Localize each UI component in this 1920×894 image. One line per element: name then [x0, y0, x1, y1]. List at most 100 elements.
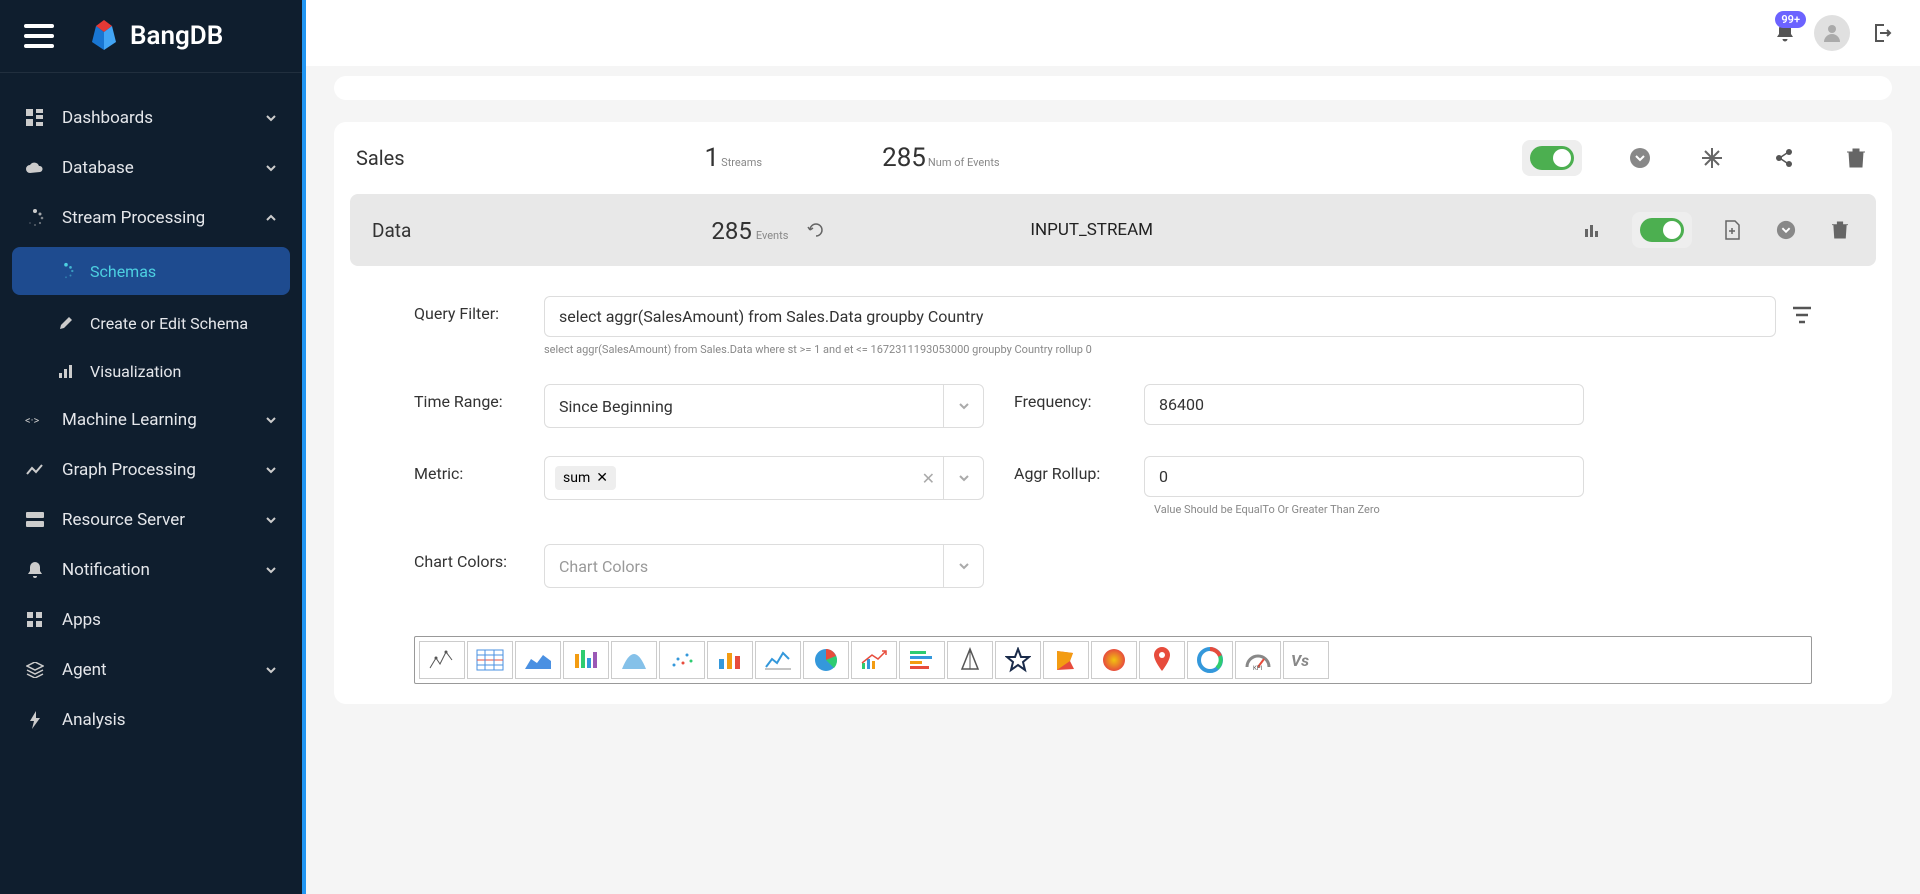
chart-type-compass[interactable] — [947, 641, 993, 679]
nav-agent[interactable]: Agent — [0, 645, 302, 695]
sub-title: Data — [372, 219, 411, 242]
nav-stream-sub: Schemas Create or Edit Schema Visualizat… — [0, 247, 302, 395]
user-avatar[interactable] — [1814, 15, 1850, 51]
nav-notification[interactable]: Notification — [0, 545, 302, 595]
share-button[interactable] — [1770, 144, 1798, 172]
chevron-down-icon — [943, 545, 983, 587]
nav-stream-processing[interactable]: Stream Processing — [0, 193, 302, 243]
chart-type-line-trend[interactable] — [755, 641, 801, 679]
logout-button[interactable] — [1868, 19, 1896, 47]
chart-type-vs[interactable]: Vs — [1283, 641, 1329, 679]
person-icon — [1821, 22, 1843, 44]
nav-label: Visualization — [90, 362, 181, 381]
chevron-up-icon — [264, 211, 278, 225]
delete-button[interactable] — [1842, 144, 1870, 172]
row-time-freq: Time Range: Since Beginning Frequency: — [414, 384, 1812, 428]
sidebar-header: BangDB — [0, 0, 302, 73]
chart-type-donut[interactable] — [1187, 641, 1233, 679]
chart-type-flag[interactable] — [1043, 641, 1089, 679]
spinner-icon — [56, 261, 76, 281]
nav-schemas[interactable]: Schemas — [12, 247, 290, 295]
query-filter-input[interactable] — [544, 296, 1776, 337]
aggr-rollup-input[interactable] — [1144, 456, 1584, 497]
nav-resource-server[interactable]: Resource Server — [0, 495, 302, 545]
chart-type-scatter[interactable] — [659, 641, 705, 679]
nav-label: Create or Edit Schema — [90, 314, 248, 333]
filter-icon — [1792, 306, 1812, 324]
panel-actions — [1522, 140, 1870, 176]
filter-button[interactable] — [1792, 296, 1812, 324]
nav-dashboards[interactable]: Dashboards — [0, 93, 302, 143]
svg-text:KPI: KPI — [1253, 665, 1263, 671]
chevron-down-icon — [264, 513, 278, 527]
panel-toggle[interactable] — [1522, 140, 1582, 176]
nav-database[interactable]: Database — [0, 143, 302, 193]
frequency-input[interactable] — [1144, 384, 1584, 425]
chart-type-candlestick[interactable] — [563, 641, 609, 679]
chevron-down-icon — [264, 463, 278, 477]
chart-type-gauge[interactable]: KPI — [1235, 641, 1281, 679]
add-file-button[interactable] — [1718, 216, 1746, 244]
bar-chart-icon — [1583, 221, 1601, 239]
metric-streams: 1 Streams — [705, 143, 763, 173]
chart-type-area[interactable] — [515, 641, 561, 679]
refresh-button[interactable] — [802, 216, 830, 244]
time-range-label: Time Range: — [414, 384, 544, 411]
panel-metrics: 1 Streams 285 Num of Events — [705, 143, 1000, 173]
chart-type-bar[interactable] — [707, 641, 753, 679]
content: Sales 1 Streams 285 Num of Events — [306, 66, 1920, 894]
frequency-label: Frequency: — [1014, 384, 1144, 411]
nav-visualization[interactable]: Visualization — [0, 347, 302, 395]
notification-badge: 99+ — [1775, 11, 1806, 28]
nav-graph-processing[interactable]: Graph Processing — [0, 445, 302, 495]
sub-header: Data 285 Events INPUT_STREAM — [350, 194, 1876, 266]
panel-title: Sales — [356, 146, 405, 170]
chart-type-bar: KPI Vs — [414, 636, 1812, 684]
notifications-button[interactable]: 99+ — [1774, 21, 1796, 45]
chevron-down-icon — [943, 457, 983, 499]
cloud-icon — [24, 157, 46, 179]
nav-apps[interactable]: Apps — [0, 595, 302, 645]
ml-icon: <·> — [24, 409, 46, 431]
chart-type-map-pin[interactable] — [1139, 641, 1185, 679]
time-range-select[interactable]: Since Beginning — [544, 384, 984, 428]
chart-type-table[interactable] — [467, 641, 513, 679]
metric-select[interactable]: sum ✕ ✕ — [544, 456, 984, 500]
svg-text:Vs: Vs — [1291, 651, 1309, 670]
query-filter-hint: select aggr(SalesAmount) from Sales.Data… — [544, 343, 1776, 356]
chevron-circle-down-icon — [1629, 147, 1651, 169]
nav-create-schema[interactable]: Create or Edit Schema — [0, 299, 302, 347]
query-filter-label: Query Filter: — [414, 296, 544, 323]
panel-sales: Sales 1 Streams 285 Num of Events — [334, 122, 1892, 704]
hamburger-menu[interactable] — [24, 24, 54, 48]
aggr-rollup-hint: Value Should be EqualTo Or Greater Than … — [1154, 503, 1584, 516]
logo-icon — [86, 18, 122, 54]
chart-type-sparkline[interactable] — [419, 641, 465, 679]
server-icon — [24, 509, 46, 531]
chart-type-star[interactable] — [995, 641, 1041, 679]
chart-type-bell[interactable] — [611, 641, 657, 679]
time-range-value: Since Beginning — [545, 397, 943, 416]
chart-type-sphere[interactable] — [1091, 641, 1137, 679]
expand-button[interactable] — [1626, 144, 1654, 172]
nav-label: Stream Processing — [62, 208, 205, 228]
nav-machine-learning[interactable]: <·> Machine Learning — [0, 395, 302, 445]
trash-icon — [1832, 221, 1848, 239]
snowflake-button[interactable] — [1698, 144, 1726, 172]
clear-metric-button[interactable]: ✕ — [914, 469, 943, 488]
chart-colors-select[interactable]: Chart Colors — [544, 544, 984, 588]
remove-tag-button[interactable]: ✕ — [596, 470, 608, 486]
chart-type-trend-up[interactable] — [851, 641, 897, 679]
expand-sub-button[interactable] — [1772, 216, 1800, 244]
bar-chart-button[interactable] — [1578, 216, 1606, 244]
main: 99+ Sales 1 Streams 285 Num of Events — [306, 0, 1920, 894]
delete-sub-button[interactable] — [1826, 216, 1854, 244]
chart-type-pie[interactable] — [803, 641, 849, 679]
sidebar: BangDB Dashboards Database Stream Proces… — [0, 0, 306, 894]
chart-type-stacked-bar[interactable] — [899, 641, 945, 679]
chevron-down-icon — [264, 413, 278, 427]
snowflake-icon — [1701, 147, 1723, 169]
nav-analysis[interactable]: Analysis — [0, 695, 302, 745]
app-logo[interactable]: BangDB — [86, 18, 223, 54]
sub-toggle[interactable] — [1632, 212, 1692, 248]
